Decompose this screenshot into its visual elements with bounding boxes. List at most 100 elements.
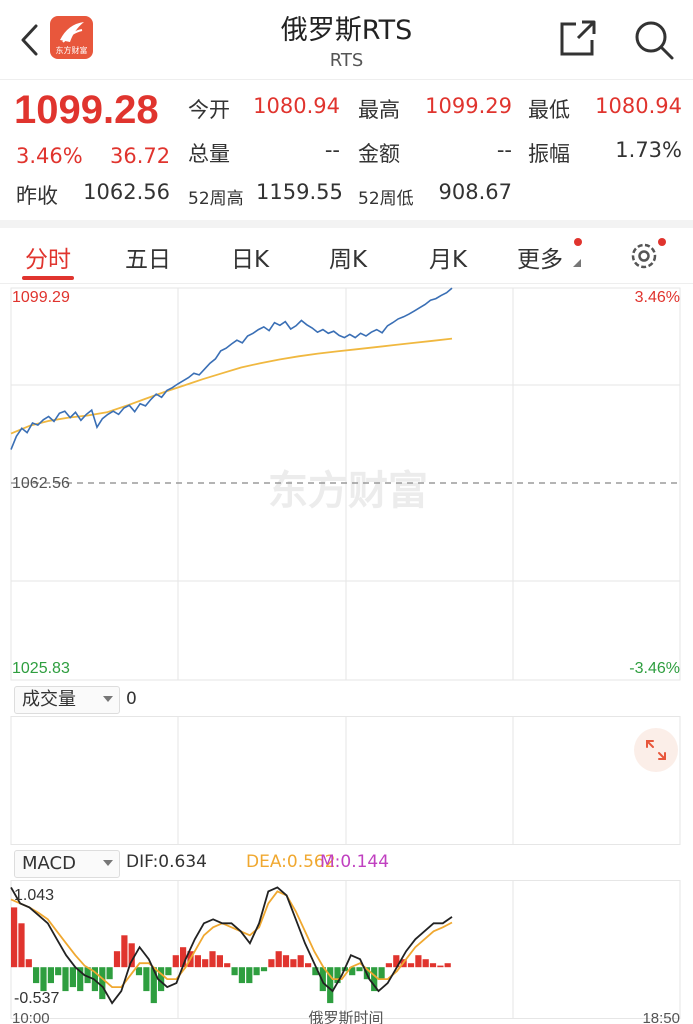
macd-bar: [62, 967, 69, 992]
week52-high-value: 1159.55: [256, 180, 343, 204]
macd-bar: [305, 963, 312, 968]
macd-bar: [268, 959, 275, 968]
period-tabs: 分时 五日 日K 周K 月K 更多: [0, 228, 693, 284]
share-button[interactable]: [556, 16, 600, 60]
macd-bar: [260, 967, 268, 972]
macd-bar: [216, 955, 223, 968]
macd-bar: [253, 967, 260, 976]
volume-value: --: [324, 138, 340, 162]
amount-value: --: [496, 138, 512, 162]
more-caret-icon: [573, 259, 581, 267]
macd-bar: [422, 959, 429, 968]
macd-y-high-label: 1.043: [14, 887, 54, 904]
last-price: 1099.28: [14, 88, 159, 132]
macd-bar: [33, 967, 40, 984]
section-divider: [0, 220, 693, 228]
macd-m-value: M:0.144: [320, 852, 390, 872]
low-label: 最低: [528, 98, 570, 122]
macd-dif-value: DIF:0.634: [126, 852, 207, 872]
week52-high-label: 52周高: [188, 189, 244, 209]
macd-bar: [429, 963, 437, 968]
macd-bar: [282, 955, 290, 968]
price-line: [10, 287, 453, 450]
volume-indicator-select[interactable]: 成交量: [14, 686, 120, 714]
open-value: 1080.94: [253, 94, 340, 118]
chevron-down-icon: [103, 860, 113, 866]
macd-bar: [356, 967, 363, 972]
macd-bar: [143, 967, 150, 992]
macd-bar: [11, 907, 18, 968]
macd-indicator-select[interactable]: MACD: [14, 850, 120, 878]
gear-icon: [631, 243, 657, 269]
macd-bar: [290, 959, 297, 968]
y-axis-low-label: 1025.83: [12, 660, 70, 677]
tab-five-day[interactable]: 五日: [120, 240, 176, 274]
tab-more[interactable]: 更多: [512, 240, 568, 274]
macd-chart[interactable]: 1.043 -0.537 10:00 俄罗斯时间 18:50: [0, 880, 693, 1024]
week52-low-value: 908.67: [438, 180, 512, 204]
macd-bar: [135, 967, 143, 976]
amount-label: 金额: [358, 142, 400, 166]
macd-bar: [172, 955, 179, 968]
prev-close-value: 1062.56: [83, 180, 170, 204]
volume-label: 总量: [188, 142, 230, 166]
volume-chart[interactable]: [0, 716, 693, 846]
macd-bar: [334, 967, 341, 984]
macd-bar: [238, 967, 245, 984]
macd-bar: [40, 967, 47, 992]
tab-daily-k[interactable]: 日K: [222, 240, 278, 274]
macd-bar: [407, 963, 415, 968]
macd-bar: [25, 959, 32, 968]
macd-bar: [18, 923, 25, 968]
chevron-down-icon: [103, 696, 113, 702]
macd-bar: [202, 959, 209, 968]
macd-bar: [55, 967, 62, 976]
x-axis-timezone-label: 俄罗斯时间: [308, 1010, 383, 1024]
macd-y-low-label: -0.537: [14, 990, 59, 1007]
macd-bar: [415, 955, 422, 968]
macd-bar: [224, 963, 231, 968]
macd-bar: [165, 967, 172, 976]
active-tab-indicator: [22, 276, 74, 280]
macd-indicator-label: MACD: [22, 853, 76, 874]
share-icon: [560, 20, 596, 56]
intraday-chart[interactable]: 东方财富 1099.29 1062.56 1025.83 3.46% -3.46…: [0, 284, 693, 682]
macd-bar: [194, 955, 201, 968]
y-axis-high-pct: 3.46%: [635, 289, 680, 306]
high-value: 1099.29: [425, 94, 512, 118]
change-percent: 3.46%: [16, 144, 83, 168]
tab-intraday[interactable]: 分时: [22, 240, 74, 274]
quote-panel: 1099.28 3.46% 36.72 今开 1080.94 最高 1099.2…: [0, 82, 693, 220]
expand-chart-button[interactable]: [634, 728, 678, 772]
expand-arrows-icon: [646, 740, 666, 760]
y-axis-high-label: 1099.29: [12, 289, 70, 306]
settings-notification-dot: [658, 238, 666, 246]
macd-bar: [99, 967, 106, 1000]
low-value: 1080.94: [595, 94, 682, 118]
macd-bar: [444, 963, 451, 968]
macd-bar: [121, 935, 128, 968]
prev-close-label: 昨收: [16, 184, 58, 208]
tab-weekly-k[interactable]: 周K: [320, 240, 376, 274]
macd-bar: [209, 951, 216, 968]
top-bar: 东方财富 俄罗斯RTS RTS: [0, 0, 693, 80]
week52-low-label: 52周低: [358, 189, 414, 209]
search-button[interactable]: [630, 16, 678, 64]
macd-bar: [275, 951, 282, 968]
macd-bar: [231, 967, 238, 976]
tab-monthly-k[interactable]: 月K: [420, 240, 476, 274]
more-notification-dot: [574, 238, 582, 246]
y-axis-low-pct: -3.46%: [629, 660, 680, 677]
chart-settings-button[interactable]: [626, 238, 662, 274]
macd-bar: [246, 967, 253, 984]
macd-bar: [106, 967, 113, 980]
volume-indicator-label: 成交量: [22, 689, 76, 710]
macd-histogram: [11, 907, 451, 1004]
macd-bar: [378, 967, 385, 980]
search-icon: [635, 21, 674, 60]
open-label: 今开: [188, 98, 230, 122]
amplitude-value: 1.73%: [615, 138, 682, 162]
high-label: 最高: [358, 98, 400, 122]
macd-bar: [69, 967, 76, 988]
volume-value: 0: [126, 689, 137, 709]
